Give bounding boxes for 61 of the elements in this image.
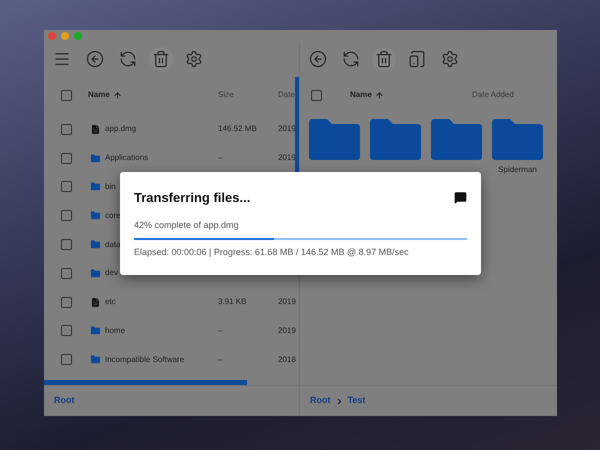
folder-icon bbox=[90, 354, 101, 366]
checkbox[interactable] bbox=[60, 124, 72, 135]
file-name[interactable]: home bbox=[105, 324, 126, 337]
checkbox[interactable] bbox=[60, 354, 72, 366]
file-date: 2019 bbox=[278, 326, 296, 335]
trash-icon[interactable] bbox=[149, 46, 173, 70]
file-name[interactable]: Incompatible Software bbox=[105, 354, 184, 366]
column-header[interactable]: Name bbox=[350, 89, 372, 101]
checkbox[interactable] bbox=[60, 268, 72, 279]
file-date: 2019 bbox=[278, 124, 296, 134]
sort-arrow-icon bbox=[374, 90, 384, 100]
transfer-status: Elapsed: 00:00:06 | Progress: 61.68 MB / 146.52 MB @ 8.97 MB/sec bbox=[134, 246, 410, 259]
file-name[interactable]: data bbox=[105, 238, 121, 251]
file-name[interactable]: Applications bbox=[105, 152, 148, 164]
folder-icon[interactable] bbox=[309, 119, 360, 160]
folder-icon bbox=[90, 239, 101, 250]
file-size: – bbox=[218, 354, 222, 364]
folder-icon bbox=[90, 181, 101, 192]
file-icon bbox=[90, 124, 101, 135]
column-header[interactable]: Size bbox=[218, 90, 234, 99]
progress-text: 42% complete of app.dmg bbox=[134, 218, 240, 232]
folder-label[interactable]: Spiderman bbox=[498, 164, 537, 176]
file-size: – bbox=[218, 326, 222, 335]
breadcrumb-link[interactable]: Test bbox=[348, 394, 366, 408]
dialog-title: Transferring files... bbox=[134, 189, 250, 207]
file-name[interactable]: core bbox=[105, 210, 121, 222]
file-name[interactable]: dev bbox=[105, 267, 118, 280]
checkbox[interactable] bbox=[60, 90, 72, 100]
trash-icon[interactable] bbox=[372, 46, 396, 70]
file-icon bbox=[90, 296, 101, 308]
file-name[interactable]: app.dmg bbox=[105, 123, 136, 136]
file-size: 3.91 KB bbox=[218, 297, 246, 306]
sort-arrow-icon bbox=[112, 90, 122, 100]
folder-icon[interactable] bbox=[431, 119, 482, 160]
checkbox[interactable] bbox=[60, 296, 72, 308]
folder-icon bbox=[90, 325, 101, 336]
file-date: 2018 bbox=[278, 354, 296, 364]
checkbox[interactable] bbox=[60, 210, 72, 222]
checkbox[interactable] bbox=[60, 181, 72, 192]
breadcrumb-link[interactable]: Root bbox=[54, 394, 74, 408]
file-date: 2019 bbox=[278, 153, 296, 162]
column-header[interactable]: Name bbox=[88, 89, 110, 101]
file-size: – bbox=[218, 153, 222, 162]
checkbox[interactable] bbox=[60, 325, 72, 336]
column-header[interactable]: Date Added bbox=[472, 89, 514, 101]
breadcrumb-link[interactable]: Root bbox=[310, 394, 330, 408]
checkbox[interactable] bbox=[60, 152, 72, 164]
folder-icon[interactable] bbox=[492, 119, 543, 160]
horizontal-scrollbar[interactable] bbox=[44, 380, 247, 385]
folder-icon bbox=[90, 268, 101, 279]
checkbox[interactable] bbox=[310, 90, 322, 100]
folder-icon bbox=[90, 210, 101, 222]
file-size: 146.52 MB bbox=[218, 124, 257, 134]
file-date: 2019 bbox=[278, 297, 296, 306]
minimize-icon[interactable] bbox=[61, 32, 69, 40]
column-header[interactable]: Date bbox=[278, 90, 295, 99]
file-name[interactable]: bin bbox=[105, 180, 116, 193]
file-name[interactable]: etc bbox=[105, 296, 116, 308]
folder-icon[interactable] bbox=[370, 119, 421, 160]
checkbox[interactable] bbox=[60, 239, 72, 250]
folder-icon bbox=[90, 152, 101, 164]
